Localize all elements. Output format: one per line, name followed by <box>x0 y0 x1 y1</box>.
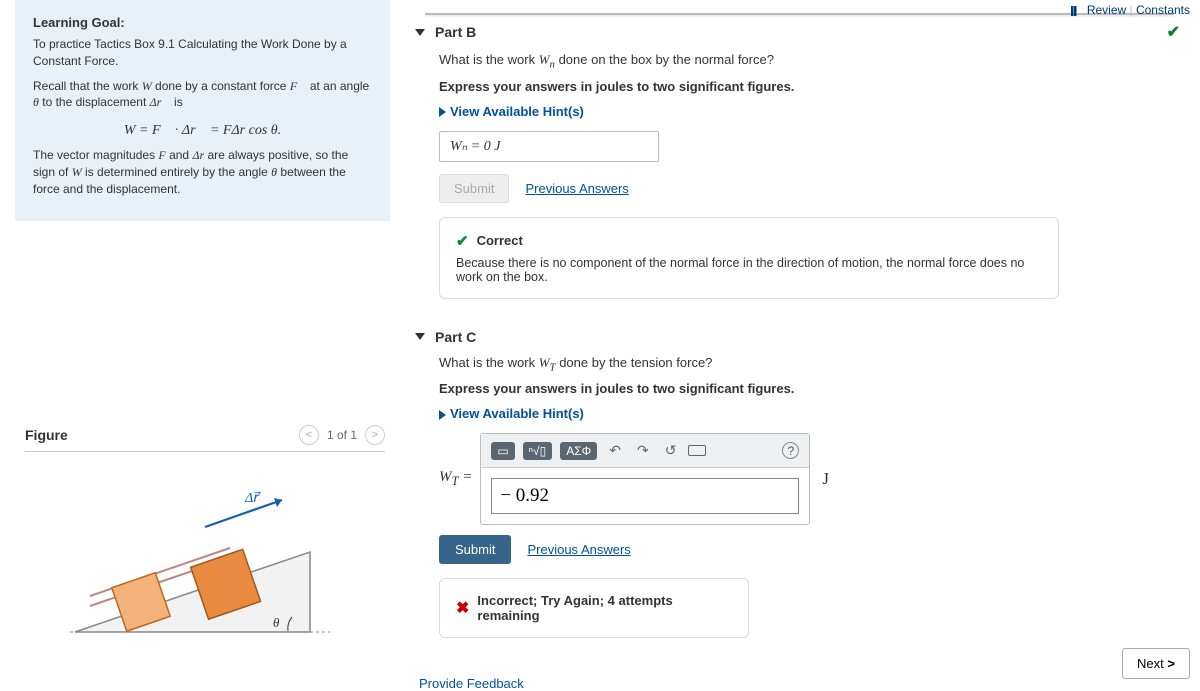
incorrect-label: Incorrect; Try Again; 4 attempts remaini… <box>477 593 732 623</box>
part-c-title: Part C <box>435 329 476 345</box>
part-c-feedback: ✖ Incorrect; Try Again; 4 attempts remai… <box>439 578 749 638</box>
figure-page-indicator: 1 of 1 <box>327 428 357 442</box>
redo-button[interactable]: ↷ <box>633 440 653 461</box>
part-b-express: Express your answers in joules to two si… <box>439 79 1180 94</box>
recall-text: Recall that the work W done by a constan… <box>33 78 372 112</box>
part-c-question: What is the work WT done by the tension … <box>439 355 1180 374</box>
caret-down-icon <box>415 29 425 36</box>
part-c-input-box: ▭ ⁿ√▯ ΑΣΦ ↶ ↷ ↺ ? <box>480 433 810 525</box>
part-c-submit-button[interactable]: Submit <box>439 535 511 564</box>
figure-image: Δr⃗ θ <box>25 482 385 652</box>
part-c-hints-link[interactable]: View Available Hint(s) <box>439 406 1180 421</box>
check-icon: ✔ <box>456 232 469 250</box>
part-b-header[interactable]: Part B ✔ <box>405 0 1200 42</box>
caret-right-icon <box>439 410 446 420</box>
next-button[interactable]: Next > <box>1122 648 1190 679</box>
check-icon: ✔ <box>1167 22 1180 42</box>
keyboard-icon[interactable] <box>688 445 706 456</box>
equation-toolbar: ▭ ⁿ√▯ ΑΣΦ ↶ ↷ ↺ ? <box>481 434 809 468</box>
x-icon: ✖ <box>456 598 469 618</box>
part-b-answer-display: Wₙ = 0 J <box>439 131 659 162</box>
part-b-question: What is the work Wn done on the box by t… <box>439 52 1180 71</box>
caret-down-icon <box>415 333 425 340</box>
undo-button[interactable]: ↶ <box>605 440 625 461</box>
sqrt-button[interactable]: ⁿ√▯ <box>523 442 553 460</box>
help-button[interactable]: ? <box>782 442 799 459</box>
figure-prev-button[interactable]: < <box>299 425 319 445</box>
work-formula: W = F⃗ · Δr⃗ = FΔr cos θ. <box>33 119 372 147</box>
learning-goal-panel: Learning Goal: To practice Tactics Box 9… <box>15 0 390 221</box>
part-c-express: Express your answers in joules to two si… <box>439 381 1180 396</box>
part-b-hints-link[interactable]: View Available Hint(s) <box>439 104 1180 119</box>
figure-section: Figure < 1 of 1 > Δr⃗ θ <box>25 425 385 652</box>
greek-button[interactable]: ΑΣΦ <box>560 442 597 460</box>
template-picker-button[interactable]: ▭ <box>491 442 514 460</box>
part-c-unit: J <box>818 469 829 489</box>
figure-title: Figure <box>25 427 68 443</box>
figure-next-button[interactable]: > <box>365 425 385 445</box>
main-content: Part B ✔ What is the work Wn done on the… <box>405 0 1200 691</box>
part-b-explanation: Because there is no component of the nor… <box>456 256 1042 284</box>
part-c-wt-label: WT = <box>439 469 472 489</box>
part-c-previous-answers-link[interactable]: Previous Answers <box>527 542 630 557</box>
caret-right-icon <box>439 107 446 117</box>
explanation-text: The vector magnitudes F and Δr are alway… <box>33 147 372 197</box>
reset-button[interactable]: ↺ <box>661 440 681 461</box>
part-b-title: Part B <box>435 24 476 40</box>
theta-label: θ <box>273 615 280 630</box>
delta-r-label: Δr⃗ <box>244 491 261 506</box>
learning-goal-intro: To practice Tactics Box 9.1 Calculating … <box>33 36 372 70</box>
part-c-header[interactable]: Part C <box>405 315 1200 345</box>
part-b-previous-answers-link[interactable]: Previous Answers <box>525 181 628 196</box>
part-c-answer-input[interactable] <box>491 478 799 514</box>
correct-label: Correct <box>477 233 523 248</box>
provide-feedback-link[interactable]: Provide Feedback <box>419 676 1200 691</box>
part-b-submit-button: Submit <box>439 174 509 203</box>
part-b-feedback: ✔ Correct Because there is no component … <box>439 217 1059 299</box>
learning-goal-heading: Learning Goal: <box>33 15 372 30</box>
